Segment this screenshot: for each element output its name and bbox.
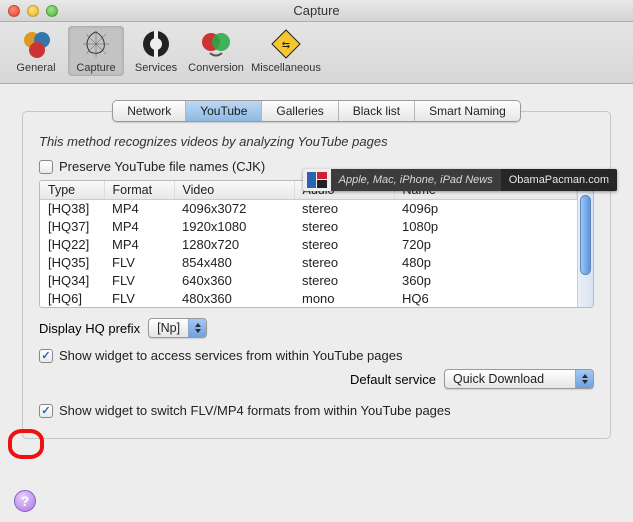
show-widget-services-checkbox[interactable]: Show widget to access services from with… xyxy=(39,348,594,363)
cell-audio: stereo xyxy=(294,218,394,236)
cell-type: [HQ37] xyxy=(40,218,104,236)
toolbar-tab-services[interactable]: Services xyxy=(128,26,184,76)
table-row[interactable]: [HQ37]MP41920x1080stereo1080p xyxy=(40,218,577,236)
cell-video: 480x360 xyxy=(174,289,294,307)
toolbar-tab-conversion[interactable]: Conversion xyxy=(188,26,244,76)
toolbar-label: Conversion xyxy=(188,62,244,74)
default-service-dropdown[interactable]: Quick Download xyxy=(444,369,594,389)
cell-video: 854x480 xyxy=(174,254,294,272)
table-row[interactable]: [HQ22]MP41280x720stereo720p xyxy=(40,236,577,254)
services-icon xyxy=(140,28,172,60)
help-button[interactable]: ? xyxy=(14,490,36,512)
tab-black-list[interactable]: Black list xyxy=(339,101,415,121)
toolbar-tab-general[interactable]: General xyxy=(8,26,64,76)
checkbox-icon xyxy=(39,160,53,174)
cell-type: [HQ34] xyxy=(40,271,104,289)
cell-format: MP4 xyxy=(104,200,174,218)
dropdown-value: Quick Download xyxy=(453,372,575,386)
cell-audio: stereo xyxy=(294,271,394,289)
description-text: This method recognizes videos by analyzi… xyxy=(39,134,594,149)
content-area: Network YouTube Galleries Black list Sma… xyxy=(0,84,633,522)
toolbar: General Capture Services Conversion ⇆ Mi… xyxy=(0,22,633,84)
dropdown-value: [Np] xyxy=(157,321,188,335)
watermark-icon xyxy=(303,169,331,191)
table-row[interactable]: [HQ6]FLV480x360monoHQ6 xyxy=(40,289,577,307)
toolbar-tab-capture[interactable]: Capture xyxy=(68,26,124,76)
tab-network[interactable]: Network xyxy=(113,101,186,121)
cell-name: 360p xyxy=(394,271,577,289)
miscellaneous-icon: ⇆ xyxy=(270,28,302,60)
display-prefix-row: Display HQ prefix [Np] xyxy=(39,318,594,338)
dropdown-arrows-icon xyxy=(188,319,206,337)
cell-format: FLV xyxy=(104,289,174,307)
cell-video: 640x360 xyxy=(174,271,294,289)
cell-audio: mono xyxy=(294,289,394,307)
formats-table[interactable]: Type Format Video Audio Name [HQ38]MP440… xyxy=(40,181,577,307)
sub-tabs: Network YouTube Galleries Black list Sma… xyxy=(112,100,521,122)
formats-table-container: Type Format Video Audio Name [HQ38]MP440… xyxy=(39,180,594,308)
toolbar-label: Services xyxy=(135,62,177,74)
watermark-site: ObamaPacman.com xyxy=(501,169,617,191)
cell-video: 1280x720 xyxy=(174,236,294,254)
col-type[interactable]: Type xyxy=(40,181,104,200)
capture-icon xyxy=(80,28,112,60)
cell-name: 1080p xyxy=(394,218,577,236)
cell-type: [HQ38] xyxy=(40,200,104,218)
cell-name: 720p xyxy=(394,236,577,254)
cell-audio: stereo xyxy=(294,236,394,254)
watermark-banner: Apple, Mac, iPhone, iPad News ObamaPacma… xyxy=(303,169,617,191)
cell-format: FLV xyxy=(104,254,174,272)
cell-audio: stereo xyxy=(294,200,394,218)
watermark-text: Apple, Mac, iPhone, iPad News xyxy=(331,174,501,186)
cell-name: HQ6 xyxy=(394,289,577,307)
cell-name: 480p xyxy=(394,254,577,272)
svg-text:⇆: ⇆ xyxy=(282,40,290,51)
table-row[interactable]: [HQ38]MP44096x3072stereo4096p xyxy=(40,200,577,218)
tab-smart-naming[interactable]: Smart Naming xyxy=(415,101,520,121)
dropdown-arrows-icon xyxy=(575,370,593,388)
show-widget-format-checkbox[interactable]: Show widget to switch FLV/MP4 formats fr… xyxy=(39,403,594,418)
toolbar-label: Miscellaneous xyxy=(251,62,321,74)
cell-video: 4096x3072 xyxy=(174,200,294,218)
cell-video: 1920x1080 xyxy=(174,218,294,236)
table-row[interactable]: [HQ34]FLV640x360stereo360p xyxy=(40,271,577,289)
toolbar-label: General xyxy=(16,62,55,74)
display-prefix-label: Display HQ prefix xyxy=(39,321,140,336)
checkbox-icon xyxy=(39,404,53,418)
checkbox-icon xyxy=(39,349,53,363)
col-format[interactable]: Format xyxy=(104,181,174,200)
tab-galleries[interactable]: Galleries xyxy=(262,101,338,121)
toolbar-tab-miscellaneous[interactable]: ⇆ Miscellaneous xyxy=(248,26,324,76)
default-service-label: Default service xyxy=(350,372,436,387)
checkbox-label: Show widget to access services from with… xyxy=(59,348,402,363)
window-title: Capture xyxy=(0,3,633,18)
tab-youtube[interactable]: YouTube xyxy=(186,101,262,121)
titlebar: Capture xyxy=(0,0,633,22)
checkbox-label: Show widget to switch FLV/MP4 formats fr… xyxy=(59,403,451,418)
cell-audio: stereo xyxy=(294,254,394,272)
cell-format: MP4 xyxy=(104,218,174,236)
col-video[interactable]: Video xyxy=(174,181,294,200)
toolbar-label: Capture xyxy=(76,62,115,74)
cell-format: MP4 xyxy=(104,236,174,254)
conversion-icon xyxy=(200,28,232,60)
general-icon xyxy=(20,28,52,60)
youtube-settings-group: This method recognizes videos by analyzi… xyxy=(22,111,611,439)
display-prefix-dropdown[interactable]: [Np] xyxy=(148,318,207,338)
cell-format: FLV xyxy=(104,271,174,289)
cell-type: [HQ35] xyxy=(40,254,104,272)
table-scrollbar[interactable] xyxy=(577,181,593,307)
cell-name: 4096p xyxy=(394,200,577,218)
table-row[interactable]: [HQ35]FLV854x480stereo480p xyxy=(40,254,577,272)
default-service-row: Default service Quick Download xyxy=(39,369,594,389)
cell-type: [HQ22] xyxy=(40,236,104,254)
cell-type: [HQ6] xyxy=(40,289,104,307)
help-icon: ? xyxy=(21,493,30,509)
scrollbar-thumb[interactable] xyxy=(580,195,591,275)
checkbox-label: Preserve YouTube file names (CJK) xyxy=(59,159,265,174)
